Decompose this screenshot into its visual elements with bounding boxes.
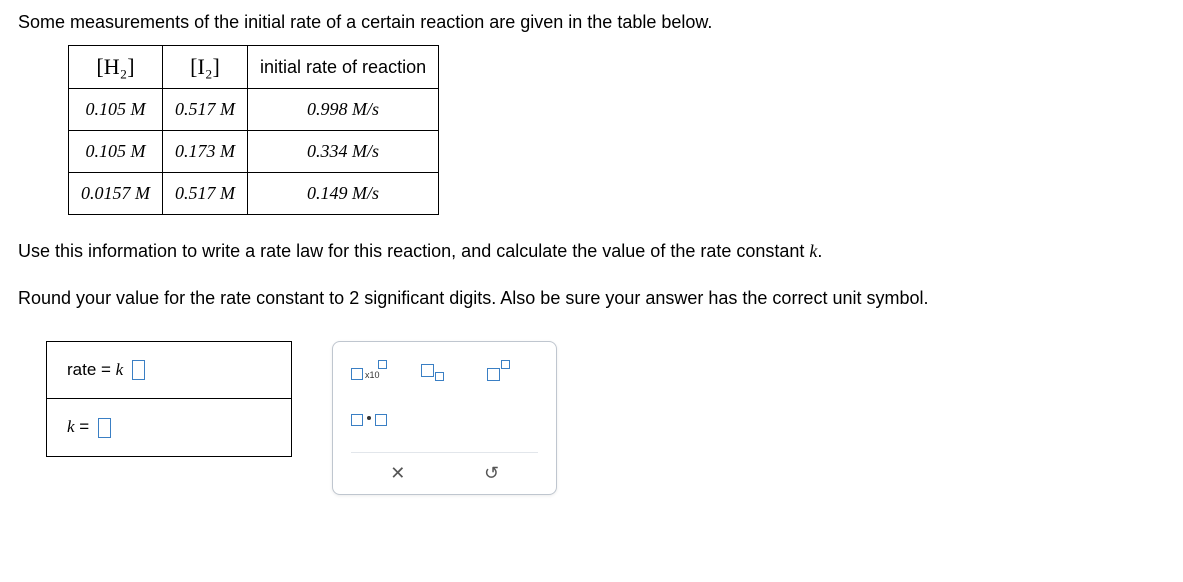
k-value-input[interactable] — [98, 418, 111, 438]
header-h2: [H₂] — [69, 46, 163, 89]
intro-text: Some measurements of the initial rate of… — [18, 12, 1165, 33]
table-row: 0.0157 M 0.517 M 0.149 M/s — [69, 173, 439, 215]
table-row: 0.105 M 0.517 M 0.998 M/s — [69, 89, 439, 131]
cell-i2: 0.173 M — [163, 131, 248, 173]
undo-button[interactable]: ↻ — [477, 463, 505, 484]
header-i2: [I₂] — [163, 46, 248, 89]
close-icon: ✕ — [390, 463, 405, 483]
rate-law-input[interactable] — [132, 360, 145, 380]
answer-table: rate = k k = — [46, 341, 292, 457]
cell-rate: 0.998 M/s — [248, 89, 439, 131]
cell-i2: 0.517 M — [163, 173, 248, 215]
data-table: [H₂] [I₂] initial rate of reaction 0.105… — [68, 45, 439, 215]
cell-rate: 0.149 M/s — [248, 173, 439, 215]
k-value-cell[interactable]: k = — [47, 399, 292, 457]
undo-icon: ↻ — [484, 463, 499, 484]
cell-rate: 0.334 M/s — [248, 131, 439, 173]
cell-i2: 0.517 M — [163, 89, 248, 131]
clear-button[interactable]: ✕ — [384, 463, 412, 484]
cell-h2: 0.105 M — [69, 89, 163, 131]
scientific-notation-button[interactable]: x10 — [351, 356, 391, 388]
superscript-button[interactable] — [483, 356, 523, 388]
table-row: 0.105 M 0.173 M 0.334 M/s — [69, 131, 439, 173]
cell-h2: 0.105 M — [69, 131, 163, 173]
symbol-palette: x10 ✕ ↻ — [332, 341, 557, 495]
subscript-button[interactable] — [417, 356, 457, 388]
header-rate: initial rate of reaction — [248, 46, 439, 89]
multiply-dot-button[interactable] — [351, 404, 391, 436]
instruction-2: Round your value for the rate constant t… — [18, 284, 1165, 313]
cell-h2: 0.0157 M — [69, 173, 163, 215]
rate-law-cell[interactable]: rate = k — [47, 341, 292, 399]
instruction-1: Use this information to write a rate law… — [18, 237, 1165, 266]
